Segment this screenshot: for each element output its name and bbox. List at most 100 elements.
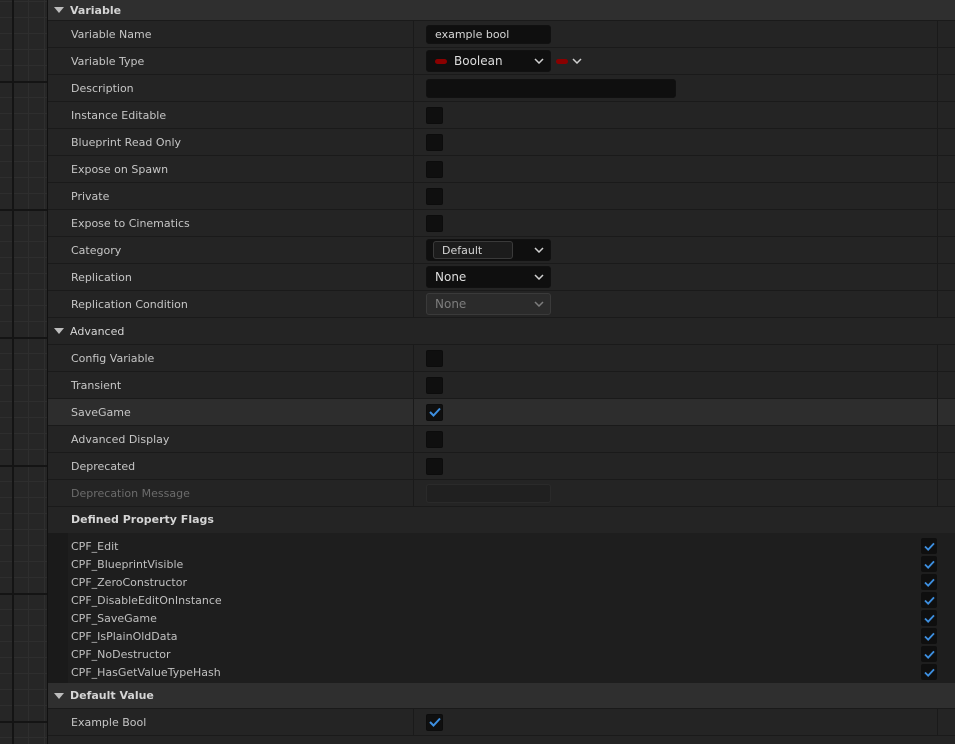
row-instance-editable: Instance Editable <box>48 102 955 129</box>
collapse-arrow-icon[interactable] <box>48 328 70 334</box>
collapse-arrow-icon[interactable] <box>48 692 70 699</box>
expose-on-spawn-checkbox[interactable] <box>426 160 443 178</box>
graph-editor-strip[interactable] <box>0 0 48 744</box>
section-header-advanced[interactable]: Advanced <box>48 318 955 345</box>
row-expose-on-spawn: Expose on Spawn <box>48 156 955 183</box>
row-deprecated: Deprecated <box>48 453 955 480</box>
section-header-variable[interactable]: Variable <box>48 0 955 21</box>
row-replication: Replication None <box>48 264 955 291</box>
row-example-bool: Example Bool <box>48 709 955 736</box>
flag-row: CPF_HasGetValueTypeHash <box>68 663 955 681</box>
property-label: Advanced Display <box>48 426 414 452</box>
variable-name-input[interactable]: example bool <box>426 24 551 44</box>
replication-dropdown[interactable]: None <box>426 266 551 288</box>
flag-checkbox <box>921 574 937 590</box>
property-label: Config Variable <box>48 345 414 371</box>
checkmark-icon <box>923 578 935 587</box>
category-input[interactable]: Default <box>433 241 513 259</box>
flag-checkbox <box>921 664 937 680</box>
checkmark-icon <box>923 668 935 677</box>
collapse-arrow-icon[interactable] <box>48 7 70 13</box>
property-label: Expose to Cinematics <box>48 210 414 236</box>
category-combo[interactable]: Default <box>426 239 551 261</box>
pin-type-icon <box>435 58 447 64</box>
row-private: Private <box>48 183 955 210</box>
row-deprecation-message: Deprecation Message <box>48 480 955 507</box>
flag-name: CPF_SaveGame <box>71 611 157 625</box>
flag-checkbox <box>921 538 937 554</box>
example-bool-checkbox[interactable] <box>426 713 443 731</box>
blueprint-read-only-checkbox[interactable] <box>426 133 443 151</box>
property-label: Replication <box>48 264 414 290</box>
savegame-checkbox[interactable] <box>426 403 443 421</box>
row-variable-name: Variable Name example bool <box>48 21 955 48</box>
property-flags-list: CPF_Edit CPF_BlueprintVisible CPF_ZeroCons… <box>68 533 955 683</box>
config-variable-checkbox[interactable] <box>426 349 443 367</box>
expose-to-cinematics-checkbox[interactable] <box>426 214 443 232</box>
row-variable-type: Variable Type Boolean <box>48 48 955 75</box>
flag-checkbox <box>921 610 937 626</box>
flag-name: CPF_Edit <box>71 539 119 553</box>
details-panel: Variable Variable Name example bool Vari… <box>48 0 955 744</box>
checkmark-icon <box>923 542 935 551</box>
property-label: Variable Type <box>48 48 414 74</box>
row-description: Description <box>48 75 955 102</box>
advanced-display-checkbox[interactable] <box>426 430 443 448</box>
flag-checkbox <box>921 556 937 572</box>
property-label: Blueprint Read Only <box>48 129 414 155</box>
panel-footer <box>48 736 955 744</box>
flag-name: CPF_DisableEditOnInstance <box>71 593 222 607</box>
property-label: Example Bool <box>48 709 414 735</box>
property-label: Instance Editable <box>48 102 414 128</box>
description-input[interactable] <box>426 78 676 98</box>
checkmark-icon <box>923 650 935 659</box>
flag-name: CPF_NoDestructor <box>71 647 171 661</box>
chevron-down-icon <box>572 58 582 64</box>
checkmark-icon <box>428 407 441 417</box>
property-label: Deprecated <box>48 453 414 479</box>
property-label: SaveGame <box>48 399 414 425</box>
flag-name: CPF_IsPlainOldData <box>71 629 178 643</box>
variable-type-value: Boolean <box>454 54 503 68</box>
flag-name: CPF_ZeroConstructor <box>71 575 187 589</box>
checkmark-icon <box>428 717 441 727</box>
chevron-down-icon[interactable] <box>528 247 550 253</box>
row-savegame: SaveGame <box>48 399 955 426</box>
section-header-default-value[interactable]: Default Value <box>48 683 955 709</box>
transient-checkbox[interactable] <box>426 376 443 394</box>
replication-condition-value: None <box>435 297 467 311</box>
checkmark-icon <box>923 596 935 605</box>
deprecation-message-input <box>426 483 551 503</box>
variable-type-dropdown[interactable]: Boolean <box>426 50 551 72</box>
flag-row: CPF_BlueprintVisible <box>68 555 955 573</box>
chevron-down-icon <box>528 274 550 280</box>
section-title: Advanced <box>70 324 125 338</box>
flag-checkbox <box>921 646 937 662</box>
flag-name: CPF_HasGetValueTypeHash <box>71 665 221 679</box>
flag-row: CPF_IsPlainOldData <box>68 627 955 645</box>
flag-name: CPF_BlueprintVisible <box>71 557 184 571</box>
flag-checkbox <box>921 628 937 644</box>
container-type-dropdown[interactable] <box>556 58 582 64</box>
flag-row: CPF_SaveGame <box>68 609 955 627</box>
row-advanced-display: Advanced Display <box>48 426 955 453</box>
flag-row: CPF_DisableEditOnInstance <box>68 591 955 609</box>
row-category: Category Default <box>48 237 955 264</box>
section-title: Variable <box>70 3 122 17</box>
flag-checkbox <box>921 592 937 608</box>
property-label: Expose on Spawn <box>48 156 414 182</box>
instance-editable-checkbox[interactable] <box>426 106 443 124</box>
private-checkbox[interactable] <box>426 187 443 205</box>
checkmark-icon <box>923 614 935 623</box>
property-label: Replication Condition <box>48 291 414 317</box>
chevron-down-icon <box>528 301 550 307</box>
property-label: Variable Name <box>48 21 414 47</box>
section-title: Default Value <box>70 689 154 702</box>
flag-row: CPF_ZeroConstructor <box>68 573 955 591</box>
deprecated-checkbox[interactable] <box>426 457 443 475</box>
replication-condition-dropdown: None <box>426 293 551 315</box>
property-label: Private <box>48 183 414 209</box>
property-label: Description <box>48 75 414 101</box>
container-type-icon <box>556 58 568 64</box>
chevron-down-icon <box>528 58 550 64</box>
